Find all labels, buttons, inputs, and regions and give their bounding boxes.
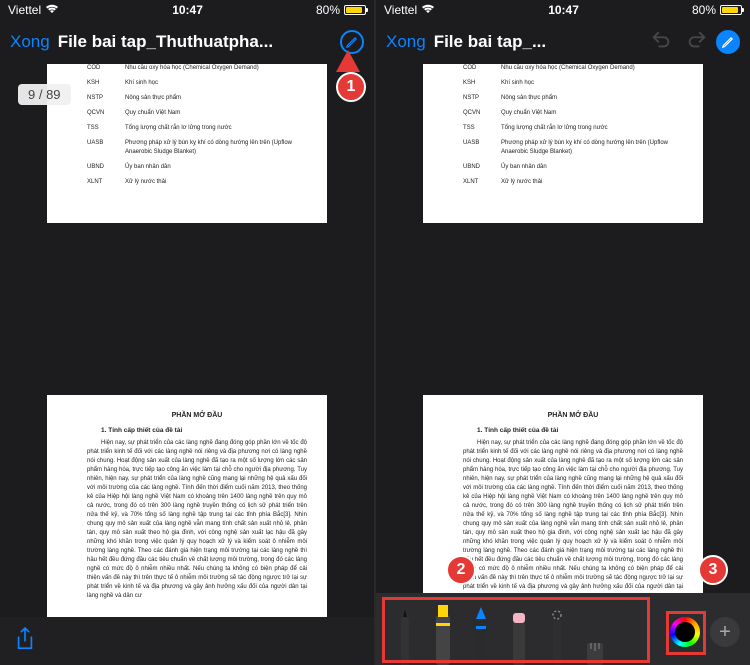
- phone-left: Viettel 10:47 80% Xong File bai tap_Thut…: [0, 0, 374, 665]
- abbrev-value: Tổng lượng chất rắn lơ lửng trong nước: [125, 124, 307, 133]
- done-button[interactable]: Xong: [10, 32, 50, 52]
- arrow-callout-1: [336, 50, 360, 72]
- page-9-top: CODNhu cầu oxy hóa học (Chemical Oxygen …: [423, 64, 703, 223]
- abbrev-value: Xử lý nước thải: [501, 178, 683, 187]
- callout-badge-2: 2: [446, 555, 476, 585]
- callout-badge-1: 1: [336, 72, 366, 102]
- carrier-label: Viettel: [8, 3, 41, 17]
- body-paragraph: Hiện nay, sự phát triển của các làng ngh…: [463, 439, 683, 593]
- lasso-tool[interactable]: [544, 603, 570, 665]
- clock: 10:47: [548, 3, 579, 17]
- add-shape-button[interactable]: +: [710, 617, 740, 647]
- color-picker-button[interactable]: [670, 617, 700, 647]
- nav-bar: Xong File bai tap_...: [376, 20, 750, 64]
- abbrev-row: UBNDỦy ban nhân dân: [87, 163, 307, 172]
- pen-tool[interactable]: [392, 603, 418, 665]
- markup-toolbar: +: [376, 593, 750, 665]
- status-bar: Viettel 10:47 80%: [0, 0, 374, 20]
- document-viewport[interactable]: CODNhu cầu oxy hóa học (Chemical Oxygen …: [376, 64, 750, 593]
- abbrev-key: COD: [87, 64, 125, 73]
- callout-badge-3: 3: [698, 555, 728, 585]
- subsection-heading: 1. Tính cấp thiết của đề tài: [87, 426, 307, 436]
- abbrev-value: Xử lý nước thải: [125, 178, 307, 187]
- abbrev-value: Nông sản thực phẩm: [501, 94, 683, 103]
- abbrev-key: NSTP: [463, 94, 501, 103]
- abbrev-value: Khí sinh học: [125, 79, 307, 88]
- abbrev-key: XLNT: [463, 178, 501, 187]
- wifi-icon: [421, 3, 435, 17]
- abbrev-key: UBND: [463, 163, 501, 172]
- abbrev-value: Quy chuẩn Việt Nam: [501, 109, 683, 118]
- abbrev-value: Nhu cầu oxy hóa học (Chemical Oxygen Dem…: [501, 64, 683, 73]
- abbrev-value: Phương pháp xử lý bùn kỵ khí có dòng hướ…: [501, 139, 683, 157]
- battery-pct: 80%: [692, 3, 716, 17]
- abbrev-row: XLNTXử lý nước thải: [87, 178, 307, 187]
- ruler-tool[interactable]: [582, 603, 608, 665]
- abbrev-row: CODNhu cầu oxy hóa học (Chemical Oxygen …: [463, 64, 683, 73]
- document-title: File bai tap_...: [434, 32, 642, 52]
- abbrev-row: TSSTổng lượng chất rắn lơ lửng trong nướ…: [463, 124, 683, 133]
- abbrev-key: UASB: [87, 139, 125, 157]
- abbrev-row: KSHKhí sinh học: [87, 79, 307, 88]
- abbrev-key: UBND: [87, 163, 125, 172]
- phone-right: Viettel 10:47 80% Xong File bai tap_... …: [376, 0, 750, 665]
- abbrev-value: Tổng lượng chất rắn lơ lửng trong nước: [501, 124, 683, 133]
- battery-icon: [720, 5, 742, 15]
- abbrev-value: Nhu cầu oxy hóa học (Chemical Oxygen Dem…: [125, 64, 307, 73]
- section-heading: PHẦN MỞ ĐẦU: [463, 411, 683, 422]
- marker-tool[interactable]: [430, 597, 456, 665]
- abbrev-row: QCVNQuy chuẩn Việt Nam: [463, 109, 683, 118]
- undo-button[interactable]: [650, 29, 672, 56]
- abbrev-value: Ủy ban nhân dân: [501, 163, 683, 172]
- abbrev-value: Ủy ban nhân dân: [125, 163, 307, 172]
- abbrev-key: COD: [463, 64, 501, 73]
- abbrev-row: TSSTổng lượng chất rắn lơ lửng trong nướ…: [87, 124, 307, 133]
- document-viewport[interactable]: CODNhu cầu oxy hóa học (Chemical Oxygen …: [0, 64, 374, 617]
- abbrev-row: UASBPhương pháp xử lý bùn kỵ khí có dòng…: [87, 139, 307, 157]
- battery-pct: 80%: [316, 3, 340, 17]
- subsection-heading: 1. Tính cấp thiết của đề tài: [463, 426, 683, 436]
- abbrev-value: Nông sản thực phẩm: [125, 94, 307, 103]
- abbrev-row: XLNTXử lý nước thải: [463, 178, 683, 187]
- status-bar: Viettel 10:47 80%: [376, 0, 750, 20]
- page-9-bottom: PHẦN MỞ ĐẦU 1. Tính cấp thiết của đề tài H…: [47, 395, 327, 617]
- abbrev-key: KSH: [463, 79, 501, 88]
- abbrev-value: Phương pháp xử lý bùn kỵ khí có dòng hướ…: [125, 139, 307, 157]
- abbrev-key: NSTP: [87, 94, 125, 103]
- abbrev-row: NSTPNông sản thực phẩm: [463, 94, 683, 103]
- abbrev-key: TSS: [463, 124, 501, 133]
- abbrev-key: TSS: [87, 124, 125, 133]
- bottom-toolbar: [0, 617, 374, 665]
- body-paragraph: Hiện nay, sự phát triển của các làng ngh…: [87, 439, 307, 601]
- nav-bar: Xong File bai tap_Thuthuatpha...: [0, 20, 374, 64]
- abbrev-row: UBNDỦy ban nhân dân: [463, 163, 683, 172]
- abbrev-key: UASB: [463, 139, 501, 157]
- battery-icon: [344, 5, 366, 15]
- section-heading: PHẦN MỞ ĐẦU: [87, 411, 307, 422]
- abbrev-key: XLNT: [87, 178, 125, 187]
- abbrev-key: QCVN: [87, 109, 125, 118]
- abbrev-row: KSHKhí sinh học: [463, 79, 683, 88]
- abbrev-value: Quy chuẩn Việt Nam: [125, 109, 307, 118]
- document-title: File bai tap_Thuthuatpha...: [58, 32, 332, 52]
- pencil-tool[interactable]: [468, 603, 494, 665]
- page-counter: 9 / 89: [18, 84, 71, 105]
- redo-button[interactable]: [686, 29, 708, 56]
- page-9-top: CODNhu cầu oxy hóa học (Chemical Oxygen …: [47, 64, 327, 223]
- wifi-icon: [45, 3, 59, 17]
- abbrev-key: KSH: [87, 79, 125, 88]
- abbrev-row: CODNhu cầu oxy hóa học (Chemical Oxygen …: [87, 64, 307, 73]
- done-button[interactable]: Xong: [386, 32, 426, 52]
- carrier-label: Viettel: [384, 3, 417, 17]
- abbrev-row: QCVNQuy chuẩn Việt Nam: [87, 109, 307, 118]
- clock: 10:47: [172, 3, 203, 17]
- drawing-tools: [386, 591, 660, 665]
- eraser-tool[interactable]: [506, 603, 532, 665]
- share-button[interactable]: [14, 626, 36, 657]
- abbrev-row: NSTPNông sản thực phẩm: [87, 94, 307, 103]
- abbrev-row: UASBPhương pháp xử lý bùn kỵ khí có dòng…: [463, 139, 683, 157]
- abbrev-key: QCVN: [463, 109, 501, 118]
- abbrev-value: Khí sinh học: [501, 79, 683, 88]
- markup-button-active[interactable]: [716, 30, 740, 54]
